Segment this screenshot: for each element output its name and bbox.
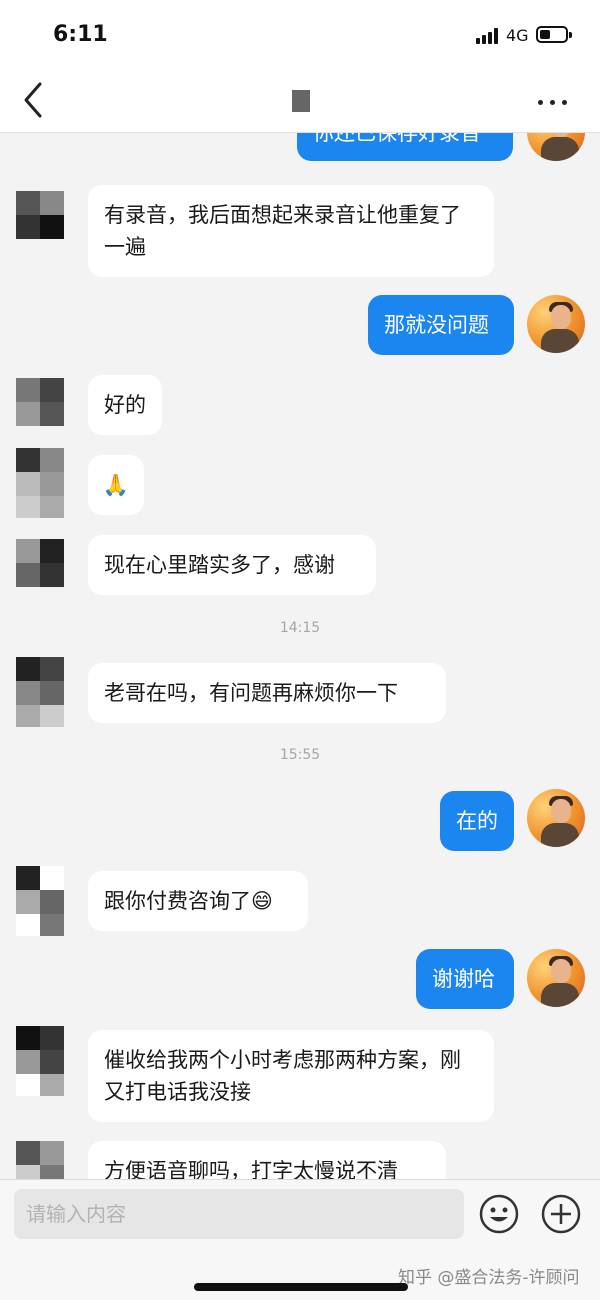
message-incoming[interactable]: 催收给我两个小时考虑那两种方案，刚又打电话我没接	[88, 1030, 494, 1122]
message-text: 在的	[456, 809, 498, 833]
message-incoming[interactable]: 好的	[88, 375, 162, 435]
plus-icon	[541, 1194, 581, 1234]
message-incoming[interactable]: 现在心里踏实多了，感谢	[88, 535, 376, 595]
message-outgoing[interactable]: 你还已保存好录音	[297, 133, 513, 161]
message-text: 有录音，我后面想起来录音让他重复了一遍	[104, 203, 461, 259]
message-text: 你还已保存好录音	[313, 133, 481, 145]
status-bar: 6:11 4G	[0, 0, 600, 70]
my-avatar[interactable]	[527, 789, 585, 847]
message-incoming[interactable]: 有录音，我后面想起来录音让他重复了一遍	[88, 185, 494, 277]
add-attachment-button[interactable]	[540, 1193, 582, 1235]
timestamp: 15:55	[279, 747, 321, 763]
contact-avatar[interactable]	[16, 1141, 64, 1179]
signal-icon	[476, 28, 500, 44]
watermark: 知乎 @盛合法务-许顾问	[398, 1268, 580, 1288]
contact-avatar[interactable]	[16, 1026, 64, 1096]
message-incoming[interactable]: 🙏	[88, 455, 144, 515]
emoji-icon	[479, 1194, 519, 1234]
emoji-button[interactable]	[478, 1193, 520, 1235]
input-bar: 知乎 @盛合法务-许顾问	[0, 1179, 600, 1300]
message-incoming[interactable]: 跟你付费咨询了😄	[88, 871, 308, 931]
home-indicator	[194, 1283, 408, 1291]
contact-name	[270, 84, 330, 112]
status-time: 6:11	[53, 22, 108, 47]
message-text: 老哥在吗，有问题再麻烦你一下	[104, 681, 398, 705]
contact-avatar[interactable]	[16, 448, 64, 518]
my-avatar[interactable]	[527, 949, 585, 1007]
message-text: 好的	[104, 393, 146, 417]
my-avatar[interactable]	[527, 295, 585, 353]
back-arrow-icon	[24, 82, 42, 118]
message-outgoing[interactable]: 谢谢哈	[416, 949, 514, 1009]
message-text: 催收给我两个小时考虑那两种方案，刚又打电话我没接	[104, 1048, 461, 1104]
network-type: 4G	[506, 26, 529, 45]
message-text: 方便语音聊吗，打字太慢说不清	[104, 1159, 398, 1179]
contact-avatar[interactable]	[16, 191, 64, 239]
contact-avatar[interactable]	[16, 657, 64, 727]
message-outgoing[interactable]: 那就没问题	[368, 295, 514, 355]
message-input[interactable]	[14, 1189, 464, 1239]
message-text: 现在心里踏实多了，感谢	[104, 553, 335, 577]
timestamp: 14:15	[279, 620, 321, 636]
message-text: 那就没问题	[384, 313, 489, 337]
more-button[interactable]	[528, 86, 578, 116]
message-list[interactable]: 你还已保存好录音 有录音，我后面想起来录音让他重复了一遍 那就没问题 好的 🙏 …	[0, 133, 600, 1179]
contact-avatar[interactable]	[16, 378, 64, 426]
chat-header	[0, 70, 600, 133]
contact-avatar[interactable]	[16, 539, 64, 587]
message-outgoing[interactable]: 在的	[440, 791, 514, 851]
message-text: 跟你付费咨询了😄	[104, 889, 273, 913]
back-button[interactable]	[18, 78, 58, 122]
my-avatar[interactable]	[527, 133, 585, 161]
message-text: 谢谢哈	[432, 967, 495, 991]
message-incoming[interactable]: 方便语音聊吗，打字太慢说不清	[88, 1141, 446, 1179]
name-redaction	[292, 90, 310, 112]
contact-avatar[interactable]	[16, 866, 64, 936]
message-incoming[interactable]: 老哥在吗，有问题再麻烦你一下	[88, 663, 446, 723]
emoji-message: 🙏	[102, 473, 130, 497]
battery-icon	[536, 26, 572, 43]
